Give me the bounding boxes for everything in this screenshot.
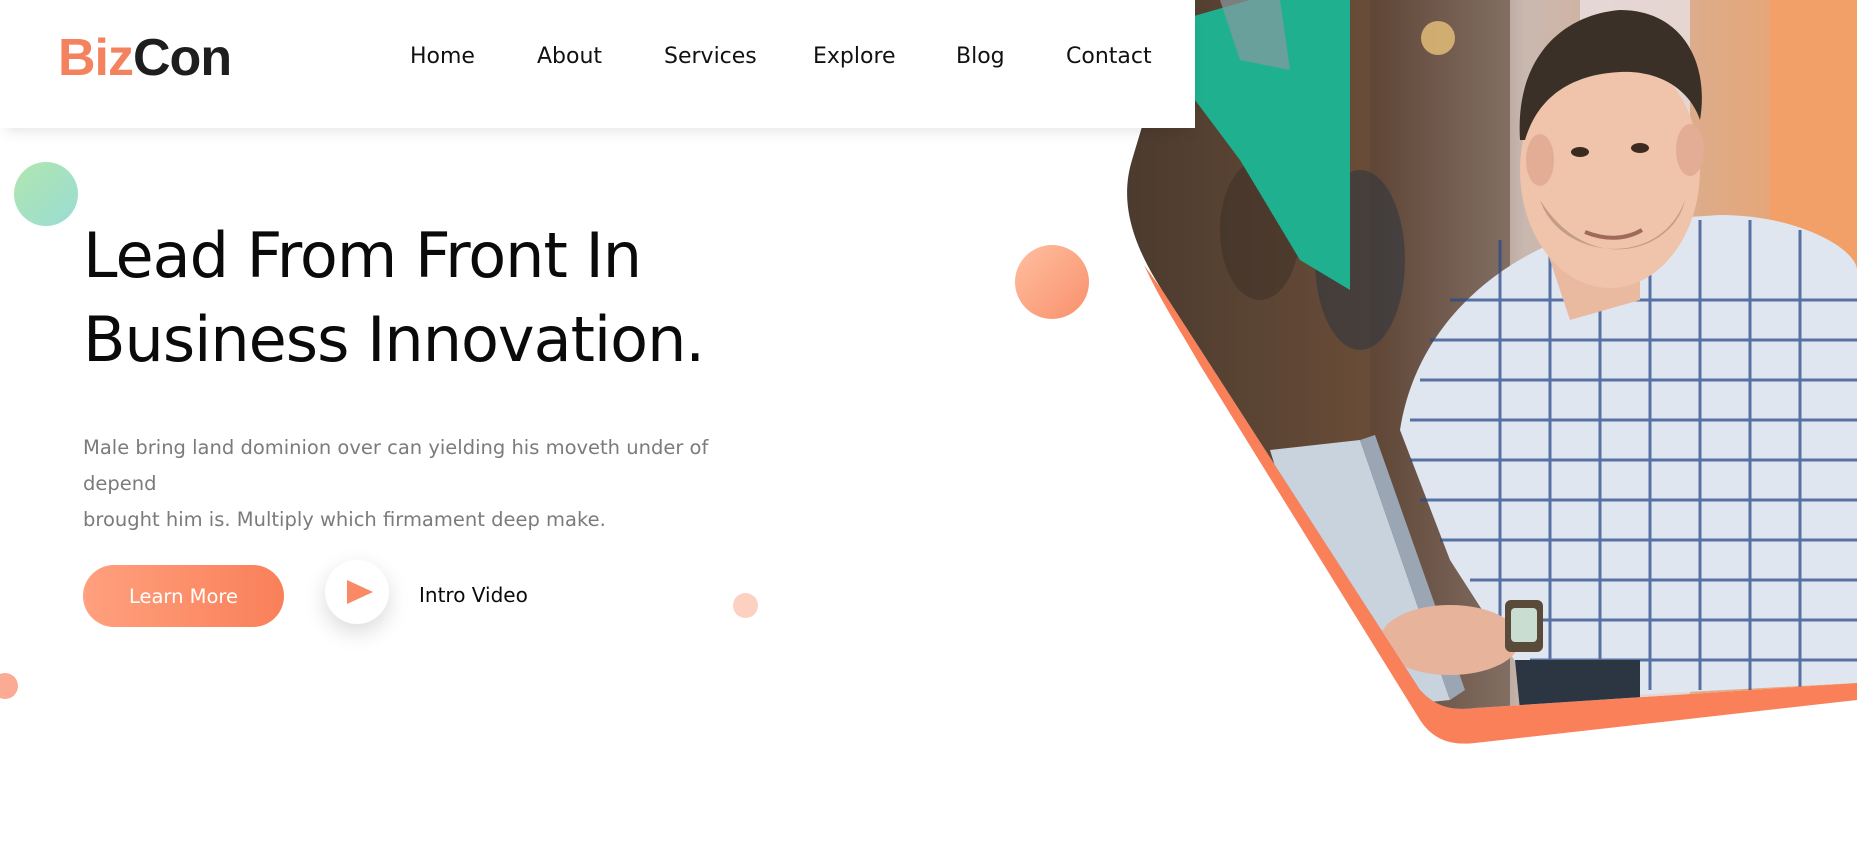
hero-title-line-2: Business Innovation. [83, 303, 705, 376]
hero-description: Male bring land dominion over can yieldi… [83, 430, 783, 538]
hero-title: Lead From Front In Business Innovation. [83, 214, 803, 382]
hero-description-line-2: brought him is. Multiply which firmament… [83, 508, 606, 531]
brand-logo[interactable]: BizCon [58, 28, 232, 88]
hero-description-line-1: Male bring land dominion over can yieldi… [83, 436, 709, 495]
nav-contact[interactable]: Contact [1066, 44, 1152, 69]
intro-video-play-button[interactable] [325, 560, 389, 624]
nav-about[interactable]: About [537, 44, 602, 69]
brand-logo-part-2: Con [133, 29, 232, 87]
hero-title-line-1: Lead From Front In [83, 219, 642, 292]
intro-video-label[interactable]: Intro Video [419, 583, 528, 607]
hero-image [1120, 0, 1857, 760]
learn-more-button[interactable]: Learn More [83, 565, 284, 627]
nav-blog[interactable]: Blog [956, 44, 1005, 69]
decor-dot-small [733, 593, 758, 618]
decor-dot-green [14, 162, 78, 226]
nav-services[interactable]: Services [664, 44, 757, 69]
decor-dot-orange [1015, 245, 1089, 319]
nav-explore[interactable]: Explore [813, 44, 896, 69]
decor-dot-edge [0, 673, 18, 699]
nav-home[interactable]: Home [410, 44, 475, 69]
play-icon [347, 580, 373, 604]
site-header: BizCon Home About Services Explore Blog … [0, 0, 1195, 128]
brand-logo-part-1: Biz [58, 29, 134, 87]
